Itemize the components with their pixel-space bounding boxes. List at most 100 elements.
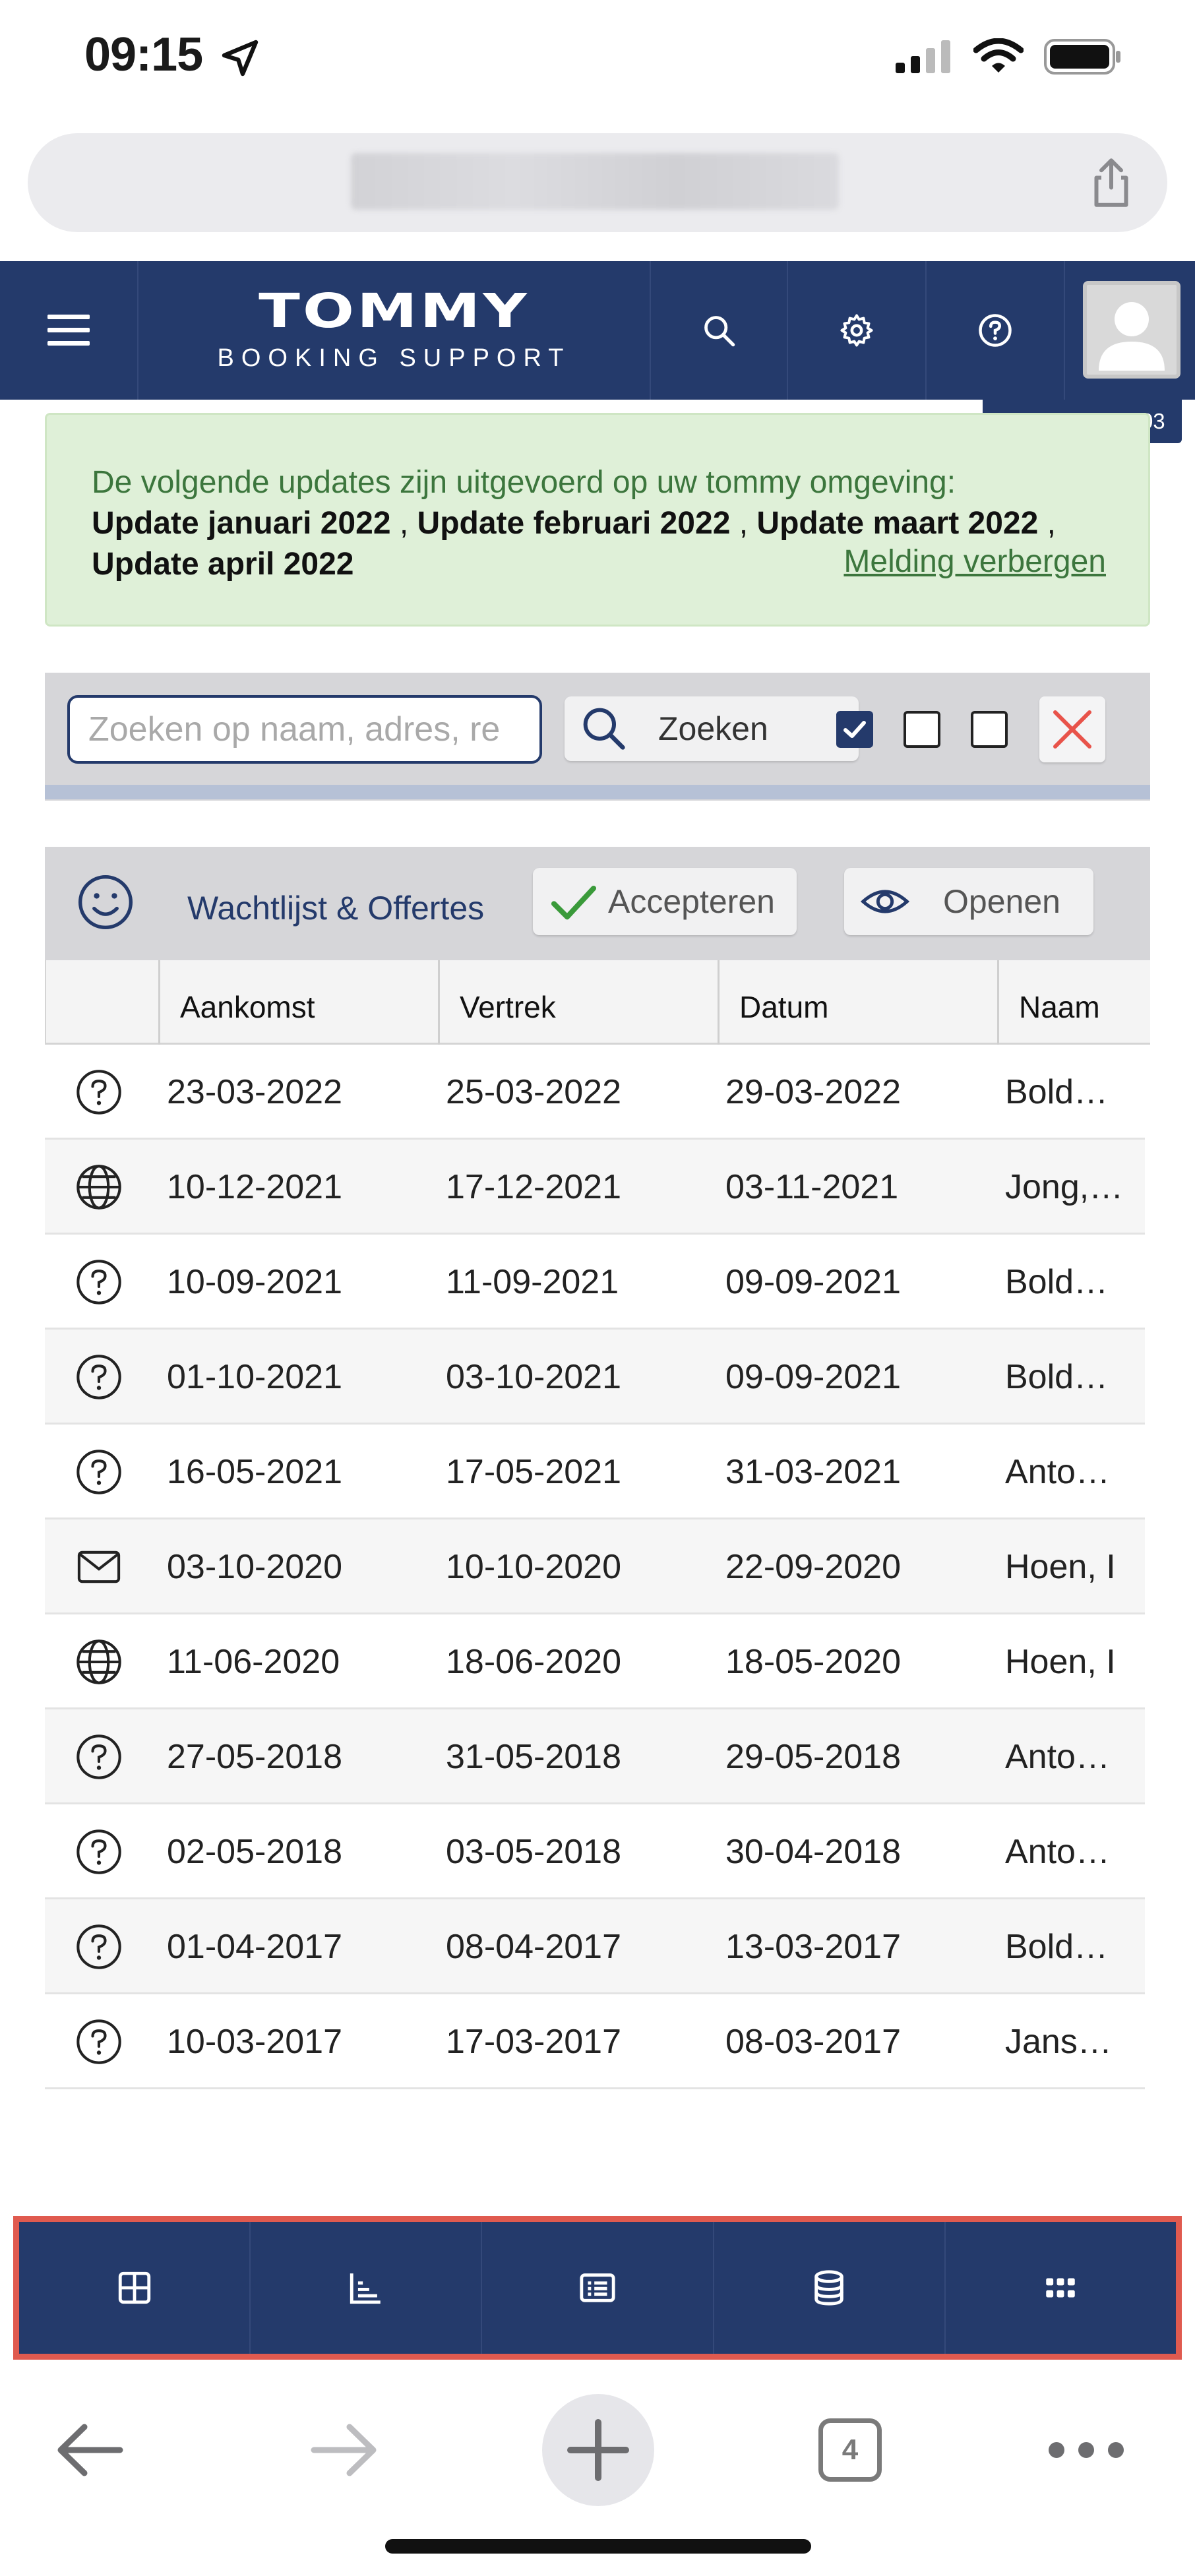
url-bar[interactable] [28, 133, 1167, 232]
search-button-label: Zoeken [658, 710, 768, 747]
help-icon [979, 314, 1012, 347]
cell-departure: 17-12-2021 [446, 1168, 621, 1206]
table-header: Aankomst Vertrek Datum Naam [45, 960, 1150, 1045]
cell-arrival: 10-12-2021 [167, 1168, 342, 1206]
cell-departure: 18-06-2020 [446, 1643, 621, 1681]
cell-departure: 11-09-2021 [446, 1263, 619, 1301]
cell-date: 29-03-2022 [725, 1073, 901, 1111]
settings-button[interactable] [788, 261, 927, 400]
browser-forward-button[interactable] [288, 2394, 400, 2506]
cell-departure: 03-10-2021 [446, 1358, 621, 1396]
cell-arrival: 03-10-2020 [167, 1548, 342, 1586]
cell-name: Bold… [1005, 1263, 1109, 1301]
cell-arrival: 16-05-2021 [167, 1453, 342, 1491]
cell-date: 09-09-2021 [725, 1263, 901, 1301]
nav-item-dashboard[interactable] [19, 2222, 251, 2354]
help-button[interactable] [927, 261, 1065, 400]
filter-checkbox-1[interactable] [836, 711, 873, 748]
table-row[interactable]: 10-09-2021 11-09-2021 09-09-2021 Bold… [45, 1235, 1145, 1330]
cell-departure: 08-04-2017 [446, 1928, 621, 1966]
notice-text: De volgende updates zijn uitgevoerd op u… [92, 465, 956, 500]
cell-date: 29-05-2018 [725, 1738, 901, 1776]
column-header-type [46, 960, 158, 1045]
column-header-name[interactable]: Naam [997, 960, 1151, 1045]
question-icon [77, 2019, 121, 2064]
cell-arrival: 27-05-2018 [167, 1738, 342, 1776]
clear-search-button[interactable] [1039, 696, 1105, 762]
filter-checkbox-2[interactable] [904, 711, 940, 748]
table-row[interactable]: 11-06-2020 18-06-2020 18-05-2020 Hoen, I [45, 1614, 1145, 1709]
browser-tabs-button[interactable]: 4 [794, 2394, 906, 2506]
logo-main-text: TOMMY [259, 283, 530, 339]
update-notice: De volgende updates zijn uitgevoerd op u… [45, 413, 1150, 627]
hide-notice-link[interactable]: Melding verbergen [843, 541, 1106, 582]
share-icon[interactable] [1082, 153, 1141, 212]
search-icon [583, 708, 625, 750]
home-indicator [385, 2539, 811, 2554]
avatar[interactable] [1083, 281, 1180, 379]
table-row[interactable]: 16-05-2021 17-05-2021 31-03-2021 Anto… [45, 1425, 1145, 1519]
cellular-signal-icon [896, 40, 950, 73]
search-input[interactable]: Zoeken op naam, adres, re [67, 695, 542, 764]
database-icon [814, 2270, 843, 2306]
accept-button-label: Accepteren [608, 883, 775, 920]
column-header-departure[interactable]: Vertrek [438, 960, 718, 1045]
table-row[interactable]: 10-12-2021 17-12-2021 03-11-2021 Jong,… [45, 1140, 1145, 1235]
column-header-arrival[interactable]: Aankomst [158, 960, 438, 1045]
accept-button[interactable]: Accepteren [533, 868, 797, 935]
nav-item-database[interactable] [714, 2222, 946, 2354]
table-row[interactable]: 03-10-2020 10-10-2020 22-09-2020 Hoen, I [45, 1519, 1145, 1614]
notice-separator: , [739, 506, 749, 541]
filter-checkbox-3[interactable] [971, 711, 1008, 748]
gear-icon [840, 314, 873, 347]
nav-item-apps[interactable] [946, 2222, 1176, 2354]
table-row[interactable]: 10-03-2017 17-03-2017 08-03-2017 Jans… [45, 1994, 1145, 2089]
question-icon [77, 1355, 121, 1399]
question-icon [77, 1450, 121, 1494]
app-header: TOMMY BOOKING SUPPORT [0, 261, 1195, 400]
check-icon [551, 886, 596, 920]
user-icon [1099, 302, 1165, 371]
browser-back-button[interactable] [34, 2394, 146, 2506]
notice-separator: , [1047, 506, 1056, 541]
cell-name: Hoen, I [1005, 1548, 1116, 1586]
cell-arrival: 10-03-2017 [167, 2023, 342, 2061]
nav-item-reports[interactable] [251, 2222, 483, 2354]
search-bar: Zoeken op naam, adres, re Zoeken [45, 673, 1150, 801]
question-icon [77, 1070, 121, 1115]
cell-date: 03-11-2021 [725, 1168, 899, 1206]
open-button[interactable]: Openen [844, 868, 1093, 935]
column-header-date[interactable]: Datum [718, 960, 997, 1045]
cell-name: Anto… [1005, 1453, 1110, 1491]
browser-new-tab-button[interactable] [542, 2394, 654, 2506]
question-icon [77, 1829, 121, 1874]
table-row[interactable]: 02-05-2018 03-05-2018 30-04-2018 Anto… [45, 1804, 1145, 1899]
cell-name: Bold… [1005, 1358, 1109, 1396]
cell-arrival: 01-04-2017 [167, 1928, 342, 1966]
tommy-logo[interactable]: TOMMY BOOKING SUPPORT [138, 261, 650, 400]
cell-name: Jong,… [1005, 1168, 1124, 1206]
cell-date: 22-09-2020 [725, 1548, 901, 1586]
cell-date: 09-09-2021 [725, 1358, 901, 1396]
table-row[interactable]: 01-04-2017 08-04-2017 13-03-2017 Bold… [45, 1899, 1145, 1994]
waitlist-panel-header: Wachtlijst & Offertes Accepteren Openen [45, 847, 1150, 960]
question-icon [77, 1734, 121, 1779]
grid-icon [118, 2271, 150, 2304]
table-row[interactable]: 27-05-2018 31-05-2018 29-05-2018 Anto… [45, 1709, 1145, 1804]
hamburger-icon [47, 315, 90, 346]
table-row[interactable]: 23-03-2022 25-03-2022 29-03-2022 Bold… [45, 1045, 1145, 1140]
location-arrow-icon [222, 40, 259, 77]
notice-update-3: Update maart 2022 [756, 506, 1039, 541]
nav-item-list[interactable] [482, 2222, 714, 2354]
cell-name: Bold… [1005, 1073, 1109, 1111]
chart-icon [350, 2273, 381, 2304]
menu-button[interactable] [0, 261, 138, 400]
search-header-button[interactable] [650, 261, 788, 400]
cell-departure: 25-03-2022 [446, 1073, 621, 1111]
table-row[interactable]: 01-10-2021 03-10-2021 09-09-2021 Bold… [45, 1330, 1145, 1425]
open-button-label: Openen [943, 883, 1060, 920]
search-button[interactable]: Zoeken [565, 696, 859, 761]
browser-more-button[interactable] [1030, 2394, 1142, 2506]
battery-icon [1044, 39, 1120, 75]
question-icon [77, 1260, 121, 1304]
